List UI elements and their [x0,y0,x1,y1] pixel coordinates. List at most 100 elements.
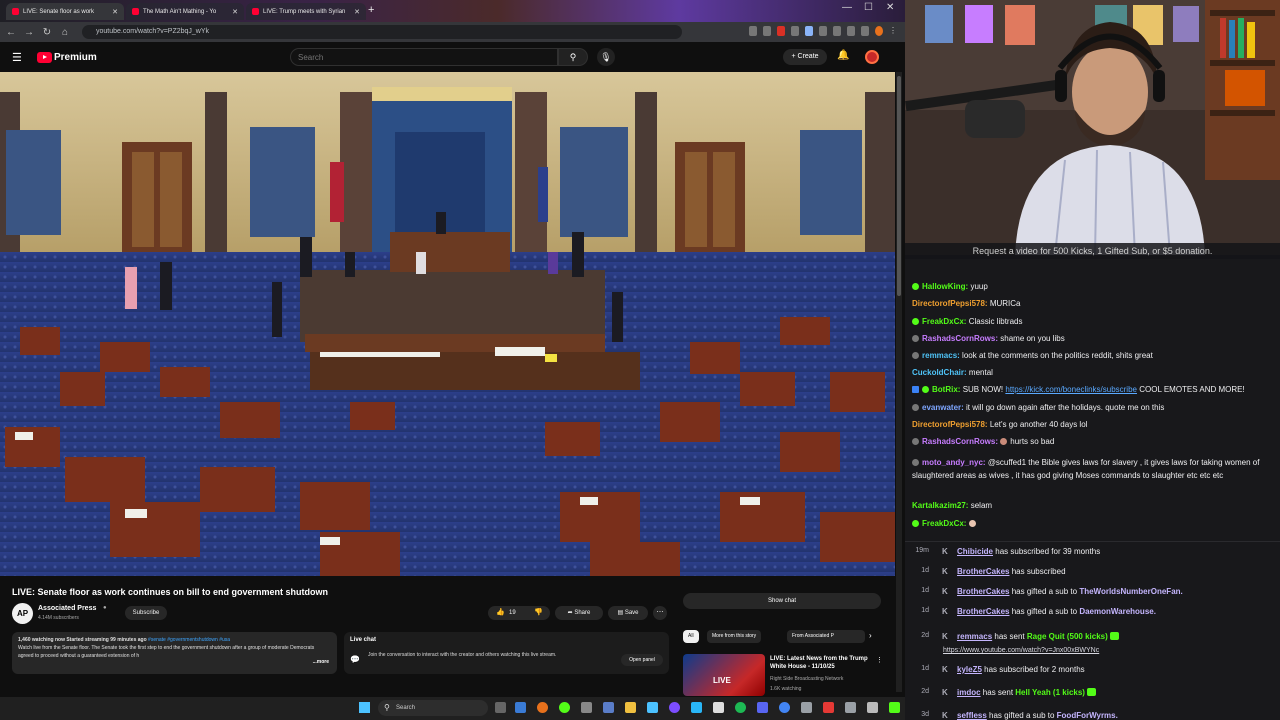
recommendation-thumbnail[interactable]: LIVE [683,654,765,696]
chip-from-associated-press[interactable]: From Associated P [787,630,865,643]
url-field[interactable]: youtube.com/watch?v=PZ2bqJ_wYk [82,25,682,39]
chat-username[interactable]: RashadsCornRows: [922,437,998,446]
gift-recipient[interactable]: DaemonWarehouse. [1079,607,1156,616]
extension-icon[interactable] [791,26,799,36]
description-box[interactable]: 1,460 watching now Started streaming 99 … [12,632,337,674]
extension-icon[interactable] [833,26,841,36]
app-icon[interactable] [801,702,812,713]
close-tab-icon[interactable]: ✕ [108,8,118,16]
gift-recipient[interactable]: TheWorldsNumberOneFan. [1079,587,1182,596]
discord-icon[interactable] [757,702,768,713]
extension-icon[interactable] [847,26,855,36]
app-icon[interactable] [779,702,790,713]
show-chat-button[interactable]: Show chat [683,593,881,609]
extension-icon[interactable] [805,26,813,36]
subscribe-button[interactable]: Subscribe [125,606,167,620]
file-explorer-icon[interactable] [625,702,636,713]
extension-icon[interactable] [861,26,869,36]
kick-app-icon[interactable] [889,702,900,713]
browser-app-icon[interactable] [515,702,526,713]
chat-username[interactable]: moto_andy_nyc: [922,458,986,467]
spotify-icon[interactable] [735,702,746,713]
activity-username[interactable]: remmacs [957,632,992,641]
app-icon[interactable] [713,702,724,713]
recommendation-menu-icon[interactable]: ⋮ [876,656,883,664]
chip-all[interactable]: All [683,630,699,643]
chip-more-from-story[interactable]: More from this story [707,630,762,643]
youtube-logo-icon[interactable] [37,52,52,63]
open-panel-button[interactable]: Open panel [621,654,663,666]
more-actions-icon[interactable]: ⋯ [653,606,667,620]
save-button[interactable]: ▤ Save [608,606,648,620]
app-icon[interactable] [867,702,878,713]
channel-avatar[interactable]: AP [12,603,33,624]
app-icon[interactable] [823,702,834,713]
share-button[interactable]: ➦ Share [555,606,603,620]
tab-senate-live[interactable]: LIVE: Senate floor as work ✕ [6,3,124,20]
window-close-icon[interactable]: ✕ [886,2,894,13]
tab-trump-syrian[interactable]: LIVE: Trump meets with Syrian ✕ [246,3,366,20]
extension-icon[interactable] [777,26,785,36]
notifications-bell-icon[interactable]: 🔔 [837,50,849,61]
extension-icon[interactable] [819,26,827,36]
activity-username[interactable]: imdoc [957,688,981,697]
tab-math-aint-mathing[interactable]: The Math Ain't Mathing - Yo ✕ [126,3,244,20]
recommendation-channel[interactable]: Right Side Broadcasting Network [770,676,843,682]
chat-username[interactable]: DirectorofPepsi578: [912,420,988,429]
app-icon[interactable] [669,702,680,713]
app-icon[interactable] [559,702,570,713]
gift-recipient[interactable]: FoodForWyrms. [1057,711,1118,720]
channel-name[interactable]: Associated Press [38,605,96,612]
activity-username[interactable]: Chibicide [957,547,993,556]
like-count[interactable]: 19 [509,606,516,620]
activity-username[interactable]: seffless [957,711,987,720]
chat-username[interactable]: DirectorofPepsi578: [912,299,988,308]
chat-username[interactable]: BotRix: [932,385,960,394]
forward-icon[interactable]: → [20,27,38,38]
description-tags[interactable]: #senate #governmentshutdown #usa [148,637,230,643]
hamburger-menu-icon[interactable]: ☰ [12,51,22,64]
chat-link[interactable]: https://kick.com/boneclinks/subscribe [1005,385,1137,394]
minimize-icon[interactable]: — [842,2,852,13]
close-tab-icon[interactable]: ✕ [350,8,360,16]
reload-icon[interactable]: ↻ [38,27,56,38]
activity-username[interactable]: BrotherCakes [957,567,1009,576]
close-tab-icon[interactable]: ✕ [228,8,238,16]
recommendation-title[interactable]: LIVE: Latest News from the Trump White H… [770,655,880,671]
activity-username[interactable]: BrotherCakes [957,607,1009,616]
app-icon[interactable] [603,702,614,713]
chat-username[interactable]: HallowKing: [922,282,968,291]
search-input[interactable] [290,48,558,66]
thumbs-down-icon[interactable]: 👎 [534,606,543,620]
extension-icon[interactable] [763,26,771,36]
back-icon[interactable]: ← [2,27,20,38]
chrome-app-icon[interactable] [537,702,548,713]
activity-username[interactable]: kyleZ5 [957,665,982,674]
task-view-icon[interactable] [495,702,506,713]
app-icon[interactable] [845,702,856,713]
youtube-brand[interactable]: Premium [54,52,97,63]
home-icon[interactable]: ⌂ [56,27,74,38]
app-icon[interactable] [647,702,658,713]
new-tab-icon[interactable]: + [368,4,374,16]
chevron-right-icon[interactable]: › [869,631,872,640]
app-icon[interactable] [691,702,702,713]
description-more-link[interactable]: ...more [313,658,329,666]
create-button[interactable]: + Create [783,49,827,65]
chat-username[interactable]: remmacs: [922,351,960,360]
chat-username[interactable]: CuckoldChair: [912,368,967,377]
kebab-menu-icon[interactable]: ⋮ [889,26,897,36]
app-icon[interactable] [581,702,592,713]
chat-username[interactable]: Kartalkazim27: [912,501,968,510]
chat-username[interactable]: FreakDxCx: [922,519,966,528]
page-scrollbar[interactable] [896,72,902,692]
search-icon[interactable]: ⚲ [558,48,588,66]
taskbar-search[interactable]: Search [378,700,488,716]
chat-username[interactable]: evanwater: [922,403,964,412]
video-player[interactable] [0,72,895,576]
activity-username[interactable]: BrotherCakes [957,587,1009,596]
windows-start-icon[interactable] [359,702,370,713]
account-avatar[interactable] [865,50,879,64]
chat-username[interactable]: RashadsCornRows: [922,334,998,343]
thumbs-up-icon[interactable]: 👍 [496,606,505,620]
